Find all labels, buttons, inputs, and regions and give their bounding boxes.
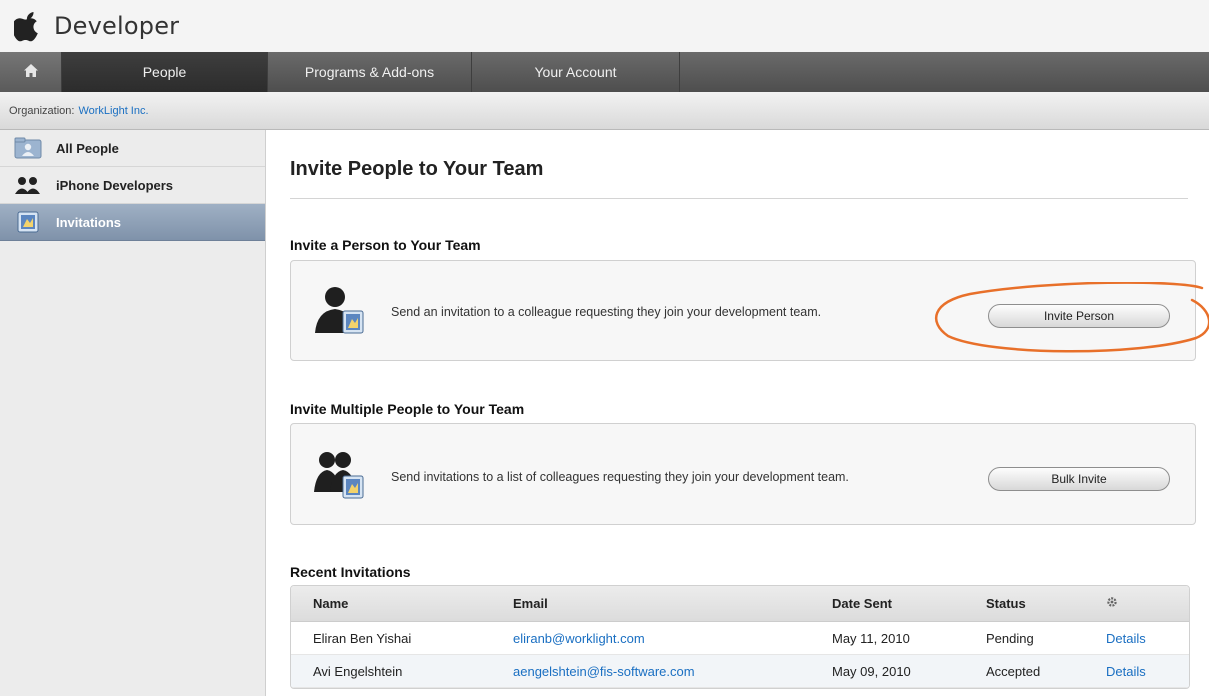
group-icon — [14, 174, 42, 196]
sidebar-item-label: iPhone Developers — [56, 177, 174, 193]
details-link[interactable]: Details — [1084, 664, 1184, 679]
home-button[interactable] — [0, 52, 62, 92]
invitee-email-link[interactable]: aengelshtein@fis-software.com — [491, 664, 810, 679]
organization-link[interactable]: WorkLight Inc. — [78, 105, 148, 117]
invite-multiple-description: Send invitations to a list of colleagues… — [391, 470, 849, 484]
person-invite-icon — [313, 283, 365, 337]
sidebar-item-label: All People — [56, 140, 119, 156]
table-header: Name Email Date Sent Status — [291, 586, 1189, 622]
group-invite-icon — [313, 448, 365, 502]
sidebar-item-iphone-developers[interactable]: iPhone Developers — [0, 167, 265, 204]
invitee-email-link[interactable]: eliranb@worklight.com — [491, 631, 810, 646]
column-header-status[interactable]: Status — [964, 596, 1084, 611]
tab-your-account[interactable]: Your Account — [472, 52, 680, 92]
invite-person-section-title: Invite a Person to Your Team — [290, 237, 481, 253]
organization-label: Organization: — [9, 104, 75, 117]
brand-bar: Developer — [0, 0, 1209, 52]
invite-person-button[interactable]: Invite Person — [988, 304, 1170, 328]
page-title: Invite People to Your Team — [290, 158, 544, 180]
brand-name[interactable]: Developer — [54, 12, 179, 40]
bulk-invite-button[interactable]: Bulk Invite — [988, 467, 1170, 491]
invitee-name: Avi Engelshtein — [313, 663, 403, 679]
organization-bar: Organization: WorkLight Inc. — [0, 92, 1209, 130]
sidebar-item-label: Invitations — [56, 214, 122, 230]
recent-invitations-title: Recent Invitations — [290, 564, 411, 580]
title-divider — [290, 198, 1188, 199]
table-row: Avi Engelshtein aengelshtein@fis-softwar… — [291, 655, 1189, 688]
invitation-date: May 11, 2010 — [832, 630, 910, 646]
sidebar-item-invitations[interactable]: Invitations — [0, 204, 265, 241]
apple-logo-icon[interactable] — [12, 10, 42, 42]
invitation-icon — [14, 211, 42, 233]
invitation-date: May 09, 2010 — [832, 663, 911, 679]
recent-invitations-table: Name Email Date Sent Status Eliran Ben Y… — [290, 585, 1190, 689]
home-icon — [23, 64, 38, 80]
column-header-date-sent[interactable]: Date Sent — [810, 596, 964, 611]
column-settings[interactable] — [1084, 596, 1184, 611]
column-header-email[interactable]: Email — [491, 596, 810, 611]
gear-icon[interactable] — [1106, 596, 1118, 611]
invite-multiple-panel: Send invitations to a list of colleagues… — [290, 423, 1196, 525]
top-nav: People Programs & Add-ons Your Account — [0, 52, 1209, 92]
folder-person-icon — [14, 137, 42, 159]
invite-multiple-section-title: Invite Multiple People to Your Team — [290, 401, 525, 417]
invitee-name: Eliran Ben Yishai — [313, 630, 412, 646]
sidebar-item-all-people[interactable]: All People — [0, 130, 265, 167]
table-row: Eliran Ben Yishai eliranb@worklight.com … — [291, 622, 1189, 655]
invitation-status: Accepted — [986, 663, 1041, 679]
invite-person-description: Send an invitation to a colleague reques… — [391, 305, 822, 319]
column-header-name[interactable]: Name — [291, 596, 491, 611]
tab-people[interactable]: People — [62, 52, 268, 92]
tab-programs-addons[interactable]: Programs & Add-ons — [268, 52, 472, 92]
details-link[interactable]: Details — [1084, 631, 1184, 646]
invitation-status: Pending — [986, 630, 1034, 646]
invite-person-panel: Send an invitation to a colleague reques… — [290, 260, 1196, 361]
sidebar: All People iPhone Developers Invitations — [0, 130, 266, 696]
